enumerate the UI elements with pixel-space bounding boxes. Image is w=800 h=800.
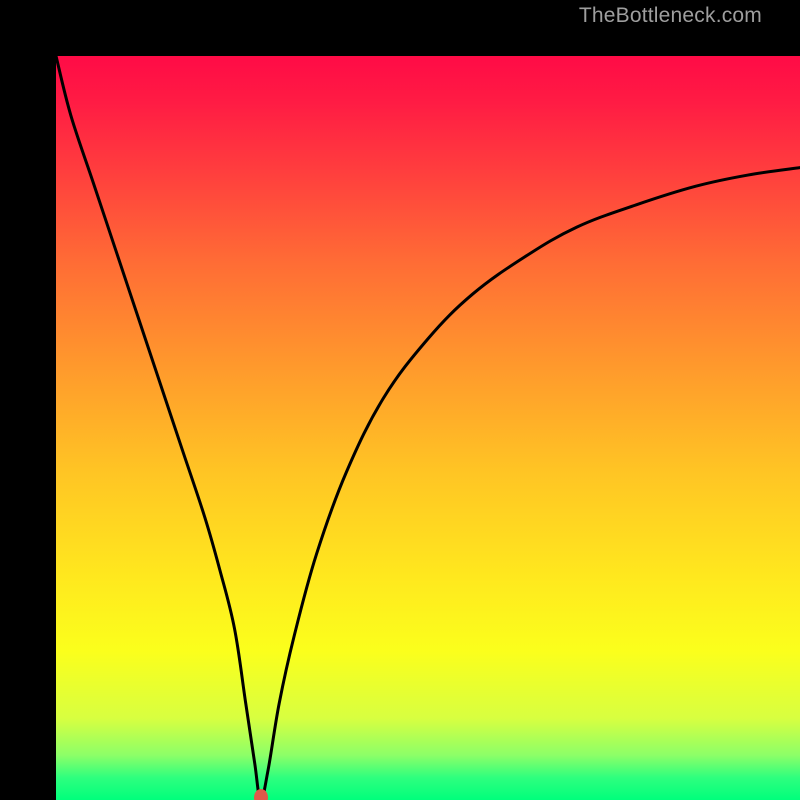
- curve-path: [56, 56, 800, 800]
- chart-frame: [0, 0, 800, 800]
- bottleneck-marker: [254, 789, 268, 800]
- bottleneck-curve: [56, 56, 800, 800]
- watermark-text: TheBottleneck.com: [579, 4, 762, 28]
- plot-area: [56, 56, 800, 800]
